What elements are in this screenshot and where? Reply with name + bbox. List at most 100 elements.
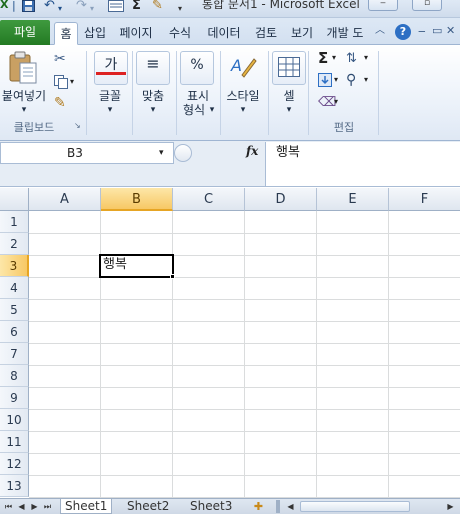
tab-developer[interactable]: 개발 도 — [322, 22, 368, 45]
clear-dropdown-icon[interactable]: ▾ — [334, 97, 338, 106]
separator: | — [12, 0, 16, 12]
insert-function-icon[interactable]: fx — [246, 144, 258, 158]
autosum-dropdown-icon[interactable]: ▾ — [332, 53, 336, 62]
name-box[interactable]: B3 ▾ — [0, 142, 174, 164]
tab-insert[interactable]: 삽입 — [80, 22, 110, 45]
tab-review[interactable]: 검토 — [250, 22, 282, 45]
cell-b3-value: 행복 — [103, 257, 127, 272]
cells-dropdown-icon[interactable]: ▾ — [270, 103, 308, 117]
row-header-12[interactable]: 12 — [0, 453, 29, 475]
sheet-tab-sheet3[interactable]: Sheet3 — [186, 499, 236, 514]
formula-bar: B3 ▾ fx 행복 — [0, 141, 460, 187]
help-icon[interactable]: ? — [395, 24, 411, 40]
column-header-e[interactable]: E — [317, 188, 389, 211]
tab-page-layout[interactable]: 페이지 — [114, 22, 158, 45]
sheet-tab-sheet1[interactable]: Sheet1 — [60, 499, 113, 514]
last-sheet-icon[interactable]: ⏭ — [41, 500, 54, 513]
row-header-3[interactable]: 3 — [0, 255, 29, 277]
row-header-10[interactable]: 10 — [0, 409, 29, 431]
active-cell-b3[interactable]: 행복 — [99, 254, 174, 278]
number-format-label-1: 표시 — [186, 89, 210, 103]
column-header-b[interactable]: B — [101, 188, 173, 211]
restore-button[interactable]: ▫ — [412, 0, 442, 11]
sum-icon[interactable]: Σ — [132, 0, 141, 14]
fill-dropdown-icon[interactable]: ▾ — [334, 75, 338, 84]
sheet-tab-sheet2[interactable]: Sheet2 — [123, 499, 173, 514]
paste-button[interactable]: 붙여넣기 — [0, 89, 48, 103]
row-header-11[interactable]: 11 — [0, 431, 29, 453]
sort-filter-icon[interactable]: ⇅ — [346, 51, 357, 66]
undo-icon[interactable]: ↶ — [44, 0, 55, 14]
row-header-2[interactable]: 2 — [0, 233, 29, 255]
styles-dropdown-icon[interactable]: ▾ — [220, 103, 266, 117]
horizontal-scrollbar-thumb[interactable] — [300, 501, 410, 512]
column-header-d[interactable]: D — [245, 188, 317, 211]
insert-sheet-icon[interactable]: ✚ — [252, 500, 265, 513]
clipboard-launcher-icon[interactable]: ↘ — [74, 121, 81, 130]
redo-icon[interactable]: ↷ — [76, 0, 87, 14]
group-separator — [308, 51, 309, 135]
font-dropdown-icon[interactable]: ▾ — [92, 103, 128, 117]
tab-file[interactable]: 파일 — [0, 20, 50, 45]
prev-sheet-icon[interactable]: ◀ — [15, 500, 28, 513]
gridline — [29, 321, 460, 322]
find-select-icon[interactable]: ⚲ — [346, 72, 356, 88]
customize-icon[interactable]: ▾ — [178, 3, 182, 17]
formula-input[interactable]: 행복 — [265, 142, 460, 186]
row-header-4[interactable]: 4 — [0, 277, 29, 299]
number-format-dropdown-icon[interactable]: ▾ — [206, 103, 218, 117]
fill-handle[interactable] — [170, 274, 175, 279]
redo-dropdown-icon[interactable]: ▾ — [90, 3, 94, 17]
formula-bar-expand-handle[interactable] — [174, 144, 192, 162]
minimize-button[interactable]: ‒ — [368, 0, 398, 11]
autosum-icon[interactable]: Σ — [318, 49, 328, 67]
select-all-corner[interactable] — [0, 188, 29, 211]
column-header-a[interactable]: A — [29, 188, 101, 211]
find-select-dropdown-icon[interactable]: ▾ — [364, 75, 368, 84]
title-bar: X | ↶ ▾ ↷ ▾ Σ ✎ ▾ 통합 문서1 - Microsoft Exc… — [0, 0, 460, 18]
row-header-13[interactable]: 13 — [0, 475, 29, 497]
cut-icon[interactable]: ✂ — [54, 51, 66, 67]
save-icon[interactable] — [22, 0, 35, 14]
row-header-6[interactable]: 6 — [0, 321, 29, 343]
row-header-5[interactable]: 5 — [0, 299, 29, 321]
window-minimize-icon[interactable]: ‒ — [418, 23, 426, 39]
tab-formulas[interactable]: 수식 — [164, 22, 196, 45]
paste-icon[interactable] — [8, 51, 38, 88]
gridline — [29, 299, 460, 300]
scroll-left-icon[interactable]: ◀ — [284, 500, 297, 513]
tab-data[interactable]: 데이터 — [202, 22, 246, 45]
alignment-label: 맞춤 — [141, 89, 165, 103]
window-restore-icon[interactable]: ▭ — [432, 23, 442, 39]
sort-filter-dropdown-icon[interactable]: ▾ — [364, 53, 368, 62]
column-header-c[interactable]: C — [173, 188, 245, 211]
row-header-8[interactable]: 8 — [0, 365, 29, 387]
row-header-9[interactable]: 9 — [0, 387, 29, 409]
paste-dropdown-icon[interactable]: ▾ — [14, 103, 34, 117]
alignment-dropdown-icon[interactable]: ▾ — [134, 103, 172, 117]
worksheet-grid[interactable]: A B C D E F 1 2 3 4 5 6 7 8 9 10 11 12 1… — [0, 188, 460, 498]
column-header-f[interactable]: F — [389, 188, 460, 211]
fill-icon[interactable] — [318, 73, 332, 90]
styles-icon[interactable]: A — [228, 51, 258, 84]
undo-dropdown-icon[interactable]: ▾ — [58, 3, 62, 17]
row-header-7[interactable]: 7 — [0, 343, 29, 365]
form-icon[interactable] — [108, 0, 124, 14]
window-close-icon[interactable]: ✕ — [446, 23, 455, 39]
name-box-value: B3 — [67, 146, 83, 160]
copy-dropdown-icon[interactable]: ▾ — [70, 77, 74, 86]
sheet-tab-bar: ⏮ ◀ ▶ ⏭ Sheet1 Sheet2 Sheet3 ✚ ◀ ▶ — [0, 498, 460, 514]
copy-icon[interactable] — [54, 75, 68, 92]
row-header-1[interactable]: 1 — [0, 211, 29, 233]
tab-home[interactable]: 홈 — [54, 22, 78, 45]
format-painter-icon[interactable]: ✎ — [54, 95, 66, 111]
scroll-right-icon[interactable]: ▶ — [444, 500, 457, 513]
format-painter-icon[interactable]: ✎ — [152, 0, 163, 14]
ribbon-minimize-icon[interactable]: ︿ — [375, 23, 385, 39]
next-sheet-icon[interactable]: ▶ — [28, 500, 41, 513]
tab-split-handle[interactable] — [276, 500, 280, 513]
gridline — [29, 431, 460, 432]
name-box-dropdown-icon[interactable]: ▾ — [159, 143, 164, 163]
first-sheet-icon[interactable]: ⏮ — [2, 500, 15, 513]
tab-view[interactable]: 보기 — [286, 22, 318, 45]
